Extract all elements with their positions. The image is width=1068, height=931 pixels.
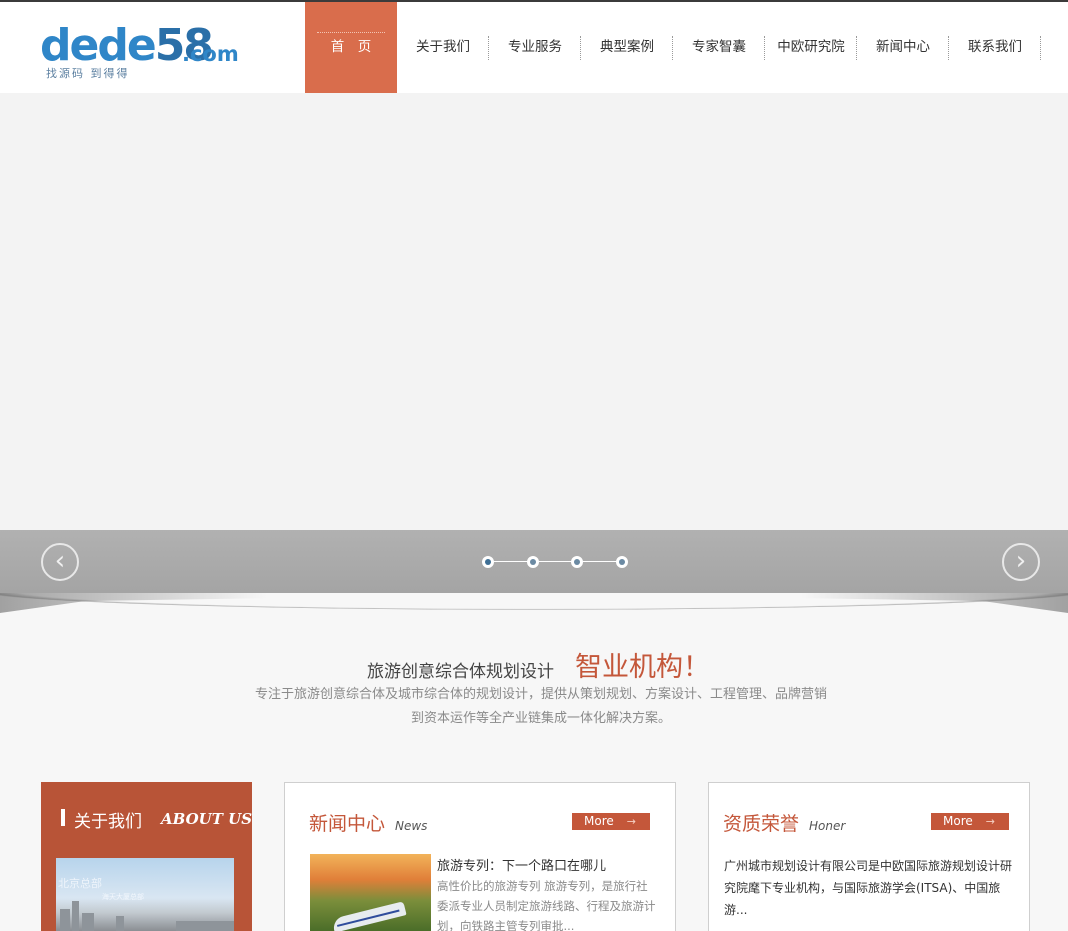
news-item-desc: 高性价比的旅游专列 旅游专列，是旅行社委派专业人员制定旅游线路、行程及旅游计划，… — [437, 879, 656, 931]
news-panel: 新闻中心 News More → 旅游专列：下一个路口在哪儿 高性价比的旅游专列… — [284, 782, 676, 931]
nav-item-home[interactable]: 首 页 — [305, 2, 397, 93]
site-header: dede58 .com 找源码 到得得 首 页 关于我们 专业服务 典型案例 专… — [0, 2, 1068, 93]
chevron-right-icon[interactable]: › — [1002, 543, 1040, 581]
news-more-label: More — [584, 814, 614, 828]
honor-more-button[interactable]: More → — [931, 813, 1009, 830]
train-shape — [331, 901, 407, 931]
logo-main-text: dede — [40, 20, 157, 71]
about-us-title: 关于我们 — [74, 812, 142, 832]
slider-controls: ‹ › — [0, 530, 1068, 593]
chevron-left-icon[interactable]: ‹ — [41, 543, 79, 581]
logo-domain-suffix: .com — [182, 42, 239, 66]
news-more-button[interactable]: More → — [572, 813, 650, 830]
decorative-shadow — [0, 593, 1068, 619]
about-us-heading: 关于我们 ABOUT US — [41, 806, 253, 832]
arrow-right-icon: → — [985, 815, 995, 828]
intro-section: 旅游创意综合体规划设计 智业机构！ 专注于旅游创意综合体及城市综合体的规划设计，… — [252, 643, 830, 726]
hero-banner — [0, 93, 1068, 530]
about-us-title-en: ABOUT US — [161, 810, 253, 828]
slider-dot-4[interactable] — [616, 556, 628, 568]
train-stripe — [336, 909, 400, 927]
logo-tagline: 找源码 到得得 — [46, 67, 130, 80]
honor-panel: 资质荣誉 Honer More → 广州城市规划设计有限公司是中欧国际旅游规划设… — [708, 782, 1030, 931]
honor-title-en: Honer — [809, 819, 846, 833]
nav-item-contact[interactable]: 联系我们 — [949, 2, 1041, 93]
about-us-card[interactable]: 关于我们 ABOUT US 北京总部 海天大厦总部 — [41, 782, 252, 931]
slider-dot-connector — [583, 561, 616, 562]
nav-item-experts[interactable]: 专家智囊 — [673, 2, 765, 93]
news-item-title[interactable]: 旅游专列：下一个路口在哪儿 — [437, 855, 606, 874]
building-shape — [116, 916, 124, 931]
slider-dot-3[interactable] — [571, 556, 583, 568]
nav-item-news[interactable]: 新闻中心 — [857, 2, 949, 93]
heading-bar-icon — [61, 809, 65, 826]
nav-item-about[interactable]: 关于我们 — [397, 2, 489, 93]
news-title-en: News — [395, 819, 428, 833]
slider-dot-connector — [539, 561, 571, 562]
news-title: 新闻中心 — [309, 813, 386, 835]
nav-item-services[interactable]: 专业服务 — [489, 2, 581, 93]
headquarters-subcaption: 海天大厦总部 — [102, 893, 144, 901]
slider-dot-connector — [494, 561, 527, 562]
headquarters-caption: 北京总部 — [58, 877, 102, 890]
slider-dot-1[interactable] — [482, 556, 494, 568]
intro-description: 专注于旅游创意综合体及城市综合体的规划设计，提供从策划规划、方案设计、工程管理、… — [254, 687, 827, 726]
intro-title: 旅游创意综合体规划设计 — [367, 662, 554, 682]
nav-item-institute[interactable]: 中欧研究院 — [765, 2, 857, 93]
arrow-right-icon: → — [626, 815, 636, 828]
headquarters-image[interactable]: 北京总部 海天大厦总部 — [56, 858, 234, 931]
building-shape — [72, 901, 79, 931]
honor-title: 资质荣誉 — [723, 813, 800, 835]
slider-pagination — [482, 556, 632, 568]
nav-separator — [1040, 36, 1041, 60]
building-shape — [82, 913, 94, 931]
honor-description: 广州城市规划设计有限公司是中欧国际旅游规划设计研究院麾下专业机构，与国际旅游学会… — [724, 859, 1013, 917]
nav-item-cases[interactable]: 典型案例 — [581, 2, 673, 93]
intro-heading: 旅游创意综合体规划设计 智业机构！ — [252, 643, 830, 683]
building-shape — [60, 909, 70, 931]
news-thumbnail[interactable] — [310, 854, 431, 931]
slider-dot-2[interactable] — [527, 556, 539, 568]
honor-more-label: More — [943, 814, 973, 828]
site-logo[interactable]: dede58 .com 找源码 到得得 — [40, 24, 240, 84]
intro-highlight: 智业机构！ — [575, 652, 710, 683]
building-shape — [176, 921, 234, 931]
